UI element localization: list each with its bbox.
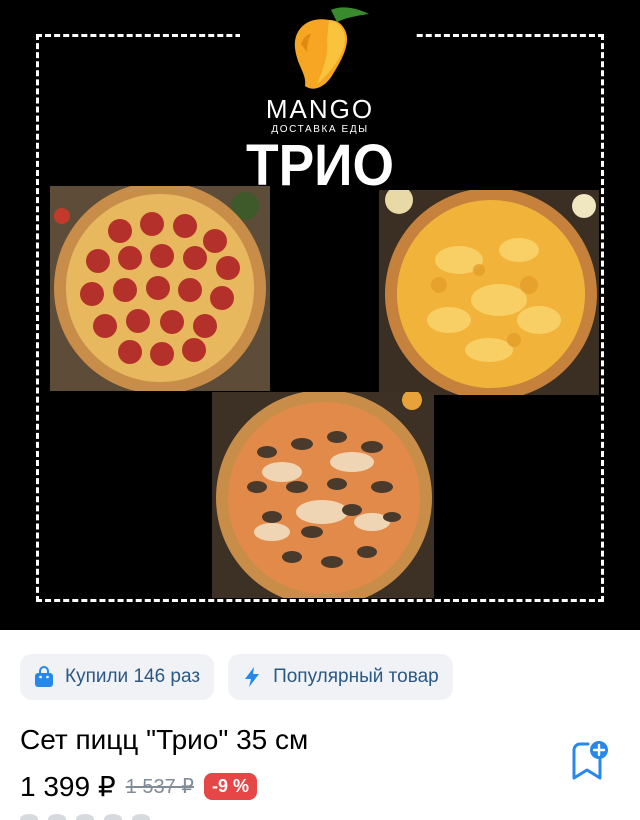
product-image[interactable]: MANGO ДОСТАВКА ЕДЫ ТРИО xyxy=(0,0,640,630)
add-to-bookmarks-button[interactable] xyxy=(570,740,610,784)
brand-name: MANGO xyxy=(265,94,375,124)
lightning-icon xyxy=(240,665,264,689)
badges-row: Купили 146 раз Популярный товар xyxy=(20,654,453,700)
bookmark-add-icon xyxy=(572,741,608,780)
old-price: 1 537 ₽ xyxy=(125,776,195,798)
current-price: 1 399 ₽ xyxy=(20,771,116,802)
discount-badge: -9 % xyxy=(204,773,258,800)
price-row: 1 399 ₽ 1 537 ₽ -9 % xyxy=(20,770,258,803)
rating-stars-partial xyxy=(20,814,150,820)
shopping-bag-icon xyxy=(32,665,56,689)
badge-popular-label: Популярный товар xyxy=(273,666,439,687)
mango-logo-icon xyxy=(294,7,369,89)
pizza-pepperoni-photo xyxy=(50,186,270,391)
badge-bought-label: Купили 146 раз xyxy=(65,666,201,687)
product-title: Сет пицц "Трио" 35 см xyxy=(20,724,309,755)
pizza-mushroom-photo xyxy=(212,392,434,598)
badge-popular[interactable]: Популярный товар xyxy=(228,654,453,700)
badge-bought-count[interactable]: Купили 146 раз xyxy=(20,654,215,700)
pizza-cheese-photo xyxy=(379,190,599,395)
brand-logo: MANGO ДОСТАВКА ЕДЫ ТРИО xyxy=(0,0,640,200)
